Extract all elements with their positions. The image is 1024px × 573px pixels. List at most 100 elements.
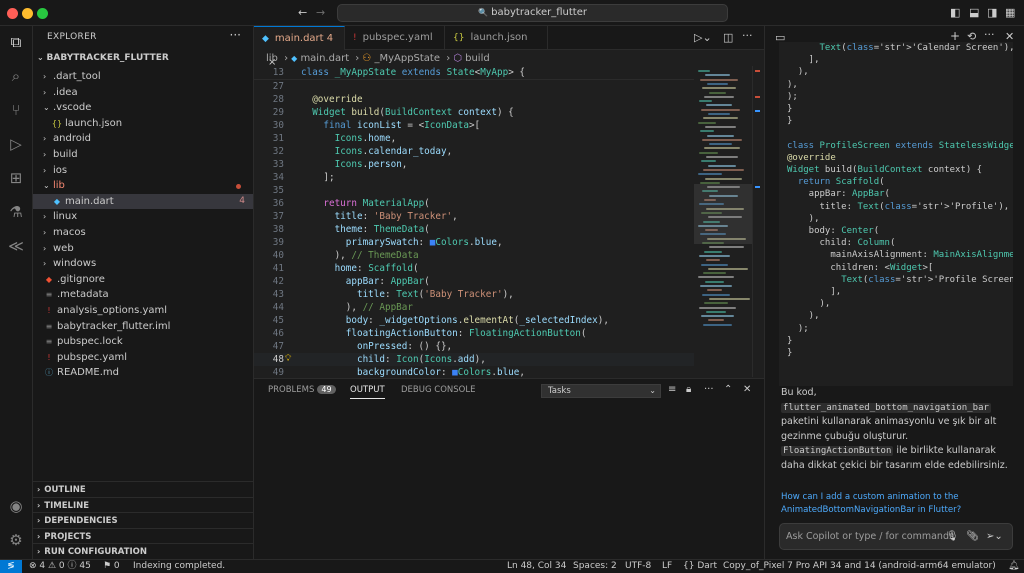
split-editor-icon[interactable]: ◫ [723, 31, 733, 44]
tab-output[interactable]: OUTPUT [350, 385, 385, 399]
tab-launch-json[interactable]: {} launch.json [445, 26, 548, 50]
run-icon[interactable]: ▷⌄ [694, 31, 712, 44]
file-item[interactable]: {} launch.json [33, 116, 253, 132]
more-actions-icon[interactable]: ··· [704, 384, 714, 395]
send-icon[interactable]: ➢⌄ [986, 524, 1003, 549]
follow-up-suggestion[interactable]: How can I add a custom animation to the … [781, 491, 1011, 516]
code-line[interactable]: 28 @override [254, 93, 694, 106]
files-icon[interactable]: ⧉ [6, 32, 26, 52]
breadcrumb-file[interactable]: main.dart [300, 53, 349, 64]
clear-output-icon[interactable]: ≡ [668, 384, 676, 395]
breadcrumb-class[interactable]: _MyAppState [374, 53, 440, 64]
minimize-window-button[interactable] [22, 8, 33, 19]
tab-problems[interactable]: PROBLEMS 49 [268, 385, 336, 395]
folder-item[interactable]: ⌄ .vscode [33, 100, 253, 116]
code-line[interactable]: 46 floatingActionButton: FloatingActionB… [254, 327, 694, 340]
file-item[interactable]: ≡ babytracker_flutter.iml [33, 319, 253, 335]
code-line[interactable]: 29 Widget build(BuildContext context) { [254, 106, 694, 119]
code-line[interactable]: 43 title: Text('Baby Tracker'), [254, 288, 694, 301]
file-item[interactable]: ◆ main.dart 4 [33, 193, 253, 210]
breadcrumb-method[interactable]: build [465, 53, 490, 64]
file-item[interactable]: ≡ .metadata [33, 287, 253, 303]
code-line[interactable]: 38 theme: ThemeData( [254, 223, 694, 236]
account-icon[interactable]: ◉ [6, 496, 26, 516]
file-item[interactable]: ◆ .gitignore [33, 272, 253, 288]
code-line[interactable]: 41 home: Scaffold( [254, 262, 694, 275]
code-line[interactable]: 27 [254, 80, 694, 93]
file-item[interactable]: ≡ pubspec.lock [33, 334, 253, 350]
cursor-position[interactable]: Ln 48, Col 34 [507, 560, 566, 573]
language-mode[interactable]: {} Dart [683, 560, 717, 573]
search-icon[interactable]: ⌕ [6, 66, 26, 86]
code-line[interactable]: 48 child: Icon(Icons.add), 💡︎ [254, 353, 694, 366]
run-debug-icon[interactable]: ▷ [6, 134, 26, 154]
more-actions-icon[interactable]: ··· [230, 28, 241, 42]
code-line[interactable]: 33 Icons.person, [254, 158, 694, 171]
folder-item[interactable]: ⌄ lib [33, 178, 253, 194]
project-root[interactable]: ⌄ BABYTRACKER_FLUTTER [37, 53, 169, 63]
forward-icon[interactable]: → [316, 6, 325, 19]
minimap[interactable] [694, 66, 752, 377]
code-line[interactable]: 37 title: 'Baby Tracker', [254, 210, 694, 223]
code-line[interactable]: 30 final iconList = <IconData>[ [254, 119, 694, 132]
lock-scroll-icon[interactable]: 🔒︎ [686, 384, 691, 395]
code-line[interactable]: 36 return MaterialApp( [254, 197, 694, 210]
code-line[interactable]: 49 backgroundColor: ■Colors.blue, [254, 366, 694, 377]
zoom-window-button[interactable] [37, 8, 48, 19]
code-line[interactable]: 32 Icons.calendar_today, [254, 145, 694, 158]
back-icon[interactable]: ← [298, 6, 307, 19]
folder-item[interactable]: › web [33, 241, 253, 257]
remote-icon[interactable]: ≶ [0, 560, 22, 573]
file-item[interactable]: ! analysis_options.yaml [33, 303, 253, 319]
encoding[interactable]: UTF-8 [625, 560, 651, 573]
extensions-icon[interactable]: ⊞ [6, 168, 26, 188]
folder-item[interactable]: › windows [33, 256, 253, 272]
folder-item[interactable]: › macos [33, 225, 253, 241]
close-window-button[interactable] [7, 8, 18, 19]
folder-item[interactable]: › android [33, 131, 253, 147]
code-line[interactable]: 42 appBar: AppBar( [254, 275, 694, 288]
section-dependencies[interactable]: › DEPENDENCIES [33, 512, 253, 528]
code-line[interactable]: 31 Icons.home, [254, 132, 694, 145]
attach-icon[interactable]: 📎︎ [966, 524, 979, 549]
lightbulb-icon[interactable]: 💡︎ [285, 353, 291, 366]
sticky-scroll-line[interactable]: 13 class _MyAppState extends State<MyApp… [254, 66, 694, 80]
folder-item[interactable]: › .dart_tool [33, 69, 253, 85]
file-item[interactable]: ⓘ README.md [33, 365, 253, 381]
end-of-line[interactable]: LF [662, 560, 672, 573]
device-selector[interactable]: Copy_of_Pixel 7 Pro API 34 and 14 (andro… [723, 560, 996, 573]
folder-item[interactable]: › .idea [33, 85, 253, 101]
breadcrumb-lib[interactable]: lib [266, 53, 278, 64]
tab-main-dart[interactable]: ◆ main.dart 4 × [254, 26, 345, 68]
file-item[interactable]: ! pubspec.yaml [33, 350, 253, 366]
section-outline[interactable]: › OUTLINE [33, 481, 253, 497]
settings-icon[interactable]: ⚙ [6, 530, 26, 550]
problems-status[interactable]: ⊗ 4 ⚠ 0 ⓘ 45 [29, 560, 91, 573]
ports-status[interactable]: ⚑ 0 [103, 560, 120, 573]
tab-pubspec-yaml[interactable]: ! pubspec.yaml [345, 26, 445, 50]
toggle-panel-icon[interactable]: ⬓ [969, 6, 979, 19]
code-line[interactable]: 47 onPressed: () {}, [254, 340, 694, 353]
source-control-icon[interactable]: ⑂ [6, 100, 26, 120]
code-line[interactable]: 45 body: _widgetOptions.elementAt(_selec… [254, 314, 694, 327]
testing-icon[interactable]: ⚗ [6, 202, 26, 222]
toggle-sidebar-icon[interactable]: ◧ [950, 6, 960, 19]
close-panel-icon[interactable]: ✕ [743, 384, 751, 395]
section-run-configuration[interactable]: › RUN CONFIGURATION [33, 543, 253, 559]
more-actions-icon[interactable]: ··· [742, 29, 753, 42]
notifications-icon[interactable]: 🔔︎ [1008, 560, 1019, 573]
code-line[interactable]: 40 ), // ThemeData [254, 249, 694, 262]
customize-layout-icon[interactable]: ▦ [1005, 6, 1015, 19]
code-editor[interactable]: 27 28 @override 29 Widget build(BuildConte… [254, 80, 694, 377]
folder-item[interactable]: › build [33, 147, 253, 163]
section-timeline[interactable]: › TIMELINE [33, 496, 253, 513]
folder-item[interactable]: › linux [33, 209, 253, 225]
code-line[interactable]: 34 ]; [254, 171, 694, 184]
section-projects[interactable]: › PROJECTS [33, 527, 253, 544]
command-center[interactable]: 🔍 babytracker_flutter [337, 4, 728, 22]
chat-input[interactable]: Ask Copilot or type / for commands 🎙︎ 📎︎… [779, 523, 1013, 550]
code-line[interactable]: 35 [254, 184, 694, 197]
code-line[interactable]: 44 ), // AppBar [254, 301, 694, 314]
microphone-icon[interactable]: 🎙︎ [946, 524, 959, 549]
maximize-panel-icon[interactable]: ⌃ [724, 384, 732, 395]
